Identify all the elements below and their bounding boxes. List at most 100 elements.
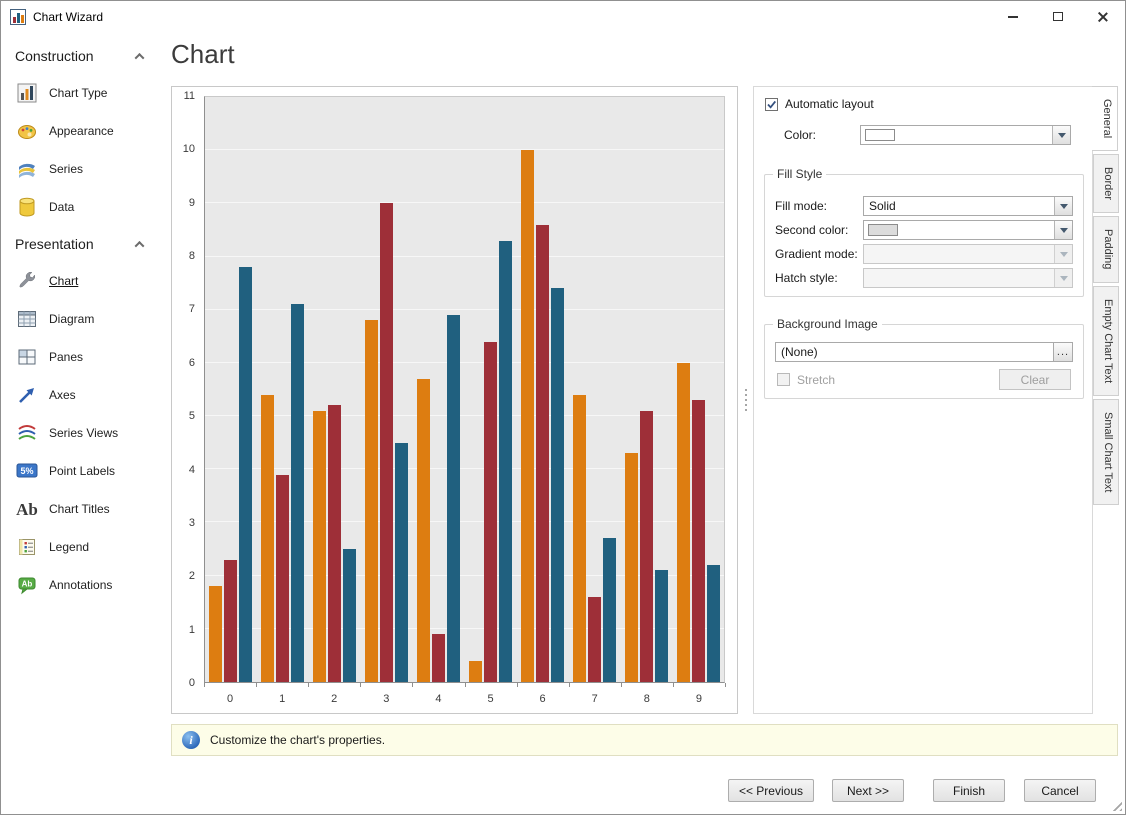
x-tick-mark	[308, 683, 309, 687]
sidebar-item-appearance[interactable]: Appearance	[1, 112, 161, 150]
x-tick-label: 7	[569, 693, 621, 705]
fill-mode-dropdown[interactable]: Solid	[863, 196, 1073, 216]
sidebar-item-chart-type[interactable]: Chart Type	[1, 74, 161, 112]
window-title: Chart Wizard	[33, 10, 103, 24]
bar-group	[257, 97, 309, 682]
chevron-down-icon	[1054, 245, 1072, 263]
y-tick-label: 10	[183, 143, 195, 155]
sidebar-item-series[interactable]: Series	[1, 150, 161, 188]
bar	[484, 342, 497, 682]
sidebar-item-label: Chart Titles	[49, 502, 110, 516]
bar	[380, 203, 393, 682]
legend-icon	[15, 536, 39, 558]
panes-icon	[15, 346, 39, 368]
x-tick-label: 9	[673, 693, 725, 705]
tab-border[interactable]: Border	[1093, 154, 1119, 213]
properties-tabstrip: General Border Padding Empty Chart Text …	[1093, 86, 1119, 508]
sidebar-item-chart[interactable]: Chart	[1, 262, 161, 300]
background-image-dropdown[interactable]: (None)	[775, 342, 1053, 362]
chart-titles-glyph: Ab	[16, 501, 38, 518]
x-tick-mark	[360, 683, 361, 687]
page-title: Chart	[171, 39, 235, 70]
bar	[313, 411, 326, 682]
finish-button[interactable]: Finish	[933, 779, 1005, 802]
maximize-button[interactable]	[1035, 1, 1080, 32]
color-dropdown[interactable]	[860, 125, 1071, 145]
bar	[588, 597, 601, 682]
bar	[692, 400, 705, 682]
chevron-down-icon	[1054, 221, 1072, 239]
y-tick-label: 2	[189, 570, 195, 582]
browse-button[interactable]: ...	[1053, 342, 1073, 362]
section-presentation[interactable]: Presentation	[1, 226, 161, 262]
previous-button[interactable]: << Previous	[728, 779, 814, 802]
sidebar-item-diagram[interactable]: Diagram	[1, 300, 161, 338]
y-tick-label: 7	[189, 303, 195, 315]
second-color-dropdown[interactable]	[863, 220, 1073, 240]
sidebar-item-label: Axes	[49, 388, 76, 402]
splitter-handle[interactable]	[742, 86, 750, 714]
resize-grip[interactable]	[1109, 798, 1122, 811]
sidebar-item-annotations[interactable]: Ab Annotations	[1, 566, 161, 604]
fill-mode-label: Fill mode:	[775, 199, 863, 213]
sidebar-item-series-views[interactable]: Series Views	[1, 414, 161, 452]
sidebar-item-data[interactable]: Data	[1, 188, 161, 226]
tab-empty-chart-text[interactable]: Empty Chart Text	[1093, 286, 1119, 396]
sidebar-item-chart-titles[interactable]: Ab Chart Titles	[1, 490, 161, 528]
bar-group	[672, 97, 724, 682]
close-button[interactable]	[1080, 1, 1125, 32]
close-icon	[1097, 11, 1109, 23]
y-tick-label: 6	[189, 357, 195, 369]
automatic-layout-checkbox[interactable]	[765, 98, 778, 111]
bar	[573, 395, 586, 682]
bar-group	[309, 97, 361, 682]
chevron-down-icon	[1054, 197, 1072, 215]
second-color-label: Second color:	[775, 223, 863, 237]
status-bar: i Customize the chart's properties.	[171, 724, 1118, 756]
x-axis-ticks	[204, 683, 725, 687]
app-icon	[10, 9, 26, 25]
bar	[291, 304, 304, 682]
y-tick-label: 11	[184, 90, 195, 102]
bar	[343, 549, 356, 682]
sidebar-item-label: Data	[49, 200, 74, 214]
annotations-icon: Ab	[15, 574, 39, 596]
bar	[655, 570, 668, 682]
fill-style-title: Fill Style	[773, 167, 826, 181]
diagram-icon	[15, 308, 39, 330]
minimize-button[interactable]	[990, 1, 1035, 32]
y-tick-label: 8	[189, 250, 195, 262]
point-labels-icon: 5%	[15, 460, 39, 482]
bar	[677, 363, 690, 682]
sidebar-item-axes[interactable]: Axes	[1, 376, 161, 414]
x-tick-mark	[673, 683, 674, 687]
tab-padding[interactable]: Padding	[1093, 216, 1119, 282]
background-image-group: Background Image (None) ... Stretch Clea…	[764, 324, 1084, 399]
x-tick-label: 1	[256, 693, 308, 705]
bar-group	[516, 97, 568, 682]
sidebar-item-label: Chart Type	[49, 86, 107, 100]
next-button[interactable]: Next >>	[832, 779, 904, 802]
x-tick-mark	[256, 683, 257, 687]
sidebar-item-legend[interactable]: Legend	[1, 528, 161, 566]
tab-general[interactable]: General	[1092, 86, 1118, 151]
bar	[499, 241, 512, 682]
y-tick-label: 4	[189, 464, 195, 476]
sidebar-item-point-labels[interactable]: 5% Point Labels	[1, 452, 161, 490]
gradient-mode-label: Gradient mode:	[775, 247, 863, 261]
bar-group	[568, 97, 620, 682]
section-construction-label: Construction	[15, 48, 94, 64]
tab-small-chart-text[interactable]: Small Chart Text	[1093, 399, 1119, 506]
bar	[707, 565, 720, 682]
fill-mode-value: Solid	[864, 199, 1054, 213]
point-labels-glyph: 5%	[20, 466, 33, 476]
section-construction[interactable]: Construction	[1, 38, 161, 74]
x-tick-mark	[569, 683, 570, 687]
cancel-button[interactable]: Cancel	[1024, 779, 1096, 802]
x-tick-label: 5	[464, 693, 516, 705]
color-swatch	[865, 129, 895, 141]
bar	[603, 538, 616, 682]
sidebar-item-panes[interactable]: Panes	[1, 338, 161, 376]
titlebar: Chart Wizard	[1, 1, 1125, 32]
x-tick-label: 3	[360, 693, 412, 705]
